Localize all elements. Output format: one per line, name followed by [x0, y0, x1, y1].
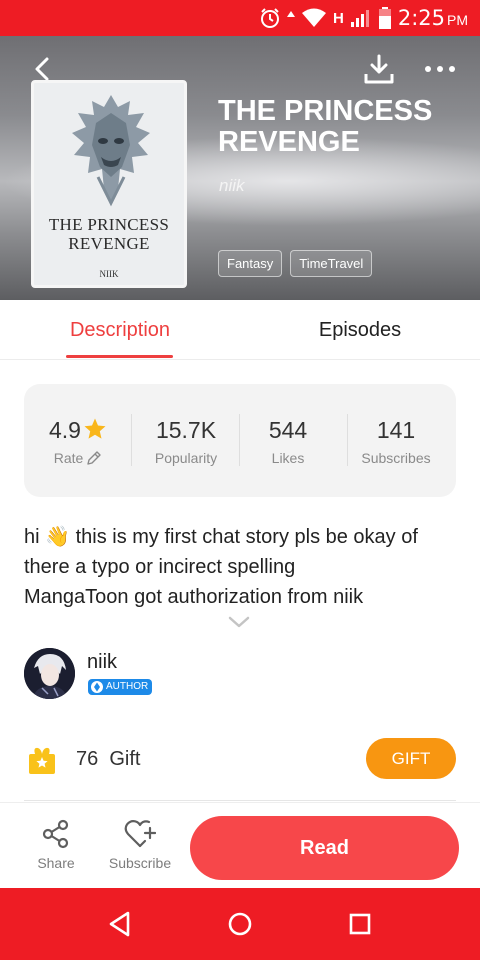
alarm-icon	[260, 8, 279, 28]
book-cover[interactable]: THE PRINCESS REVENGE NIIK	[31, 80, 187, 288]
tab-bar: Description Episodes	[0, 300, 480, 360]
stat-likes: 544 Likes	[234, 384, 342, 497]
stat-likes-value: 544	[268, 417, 308, 443]
gift-count: 76 Gift	[76, 748, 141, 770]
battery-icon	[378, 7, 391, 29]
tag-list: Fantasy TimeTravel	[218, 250, 373, 277]
stat-subscribes-label: Subscribes	[361, 450, 431, 466]
network-type: H	[332, 9, 344, 27]
author-badge-label: AUTHOR	[106, 681, 149, 692]
nav-home-icon[interactable]	[224, 908, 256, 940]
gift-row: 76 Gift GIFT	[24, 736, 456, 784]
read-button[interactable]: Read	[190, 816, 459, 880]
stat-popularity: 15.7K Popularity	[132, 384, 240, 497]
active-tab-indicator	[66, 355, 173, 358]
description-line: there a typo or incirect spelling	[24, 556, 296, 578]
stat-rate-value: 4.9	[24, 417, 132, 444]
tag-fantasy[interactable]: Fantasy	[218, 250, 283, 277]
author-row[interactable]: niik AUTHOR	[24, 648, 456, 700]
share-button[interactable]: Share	[20, 819, 92, 879]
more-icon[interactable]	[422, 54, 458, 84]
stats-card: 4.9 Rate 15.7K Popularity 544 Likes 141 …	[24, 384, 456, 497]
cover-demon-mask-art	[72, 95, 150, 207]
nav-recents-icon[interactable]	[344, 908, 376, 940]
status-bar: H 2:25 PM	[0, 0, 480, 36]
subscribe-heart-icon	[124, 820, 156, 848]
stat-popularity-label: Popularity	[154, 450, 218, 466]
stat-subscribes-value: 141	[376, 417, 416, 443]
download-icon[interactable]	[362, 52, 396, 86]
share-label: Share	[37, 855, 75, 871]
cover-author: NIIK	[99, 269, 119, 279]
pencil-icon	[87, 451, 101, 465]
gift-button[interactable]: GIFT	[366, 738, 456, 779]
tab-description-label: Description	[69, 319, 171, 341]
cover-title: THE PRINCESS REVENGE	[48, 215, 170, 253]
status-time: 2:25 PM	[397, 6, 468, 30]
bottom-action-bar: Share Subscribe Read	[0, 802, 480, 888]
description-text: hi 👋 this is my first chat story pls be …	[24, 522, 464, 612]
stat-popularity-value: 15.7K	[155, 417, 217, 443]
wifi-icon	[301, 8, 326, 27]
chevron-down-icon[interactable]	[227, 614, 251, 630]
tab-episodes[interactable]: Episodes	[300, 300, 420, 360]
stat-subscribes: 141 Subscribes	[342, 384, 450, 497]
author-name: niik	[87, 651, 118, 673]
avatar[interactable]	[24, 648, 75, 699]
description-line: hi 👋 this is my first chat story pls be …	[24, 526, 418, 548]
signal-icon	[350, 10, 369, 27]
description-line: MangaToon got authorization from niik	[24, 586, 364, 608]
star-icon	[84, 418, 106, 439]
book-title: THE PRINCESS REVENGE	[218, 95, 433, 158]
gift-icon	[29, 747, 55, 774]
share-icon	[42, 819, 69, 849]
arrow-up-icon	[286, 11, 295, 17]
avatar-illustration	[24, 648, 75, 699]
book-header: THE PRINCESS REVENGE NIIK THE PRINCESS R…	[0, 36, 480, 300]
status-icons: H 2:25 PM	[259, 0, 468, 36]
system-nav-bar	[0, 888, 480, 960]
author-badge-icon	[91, 681, 103, 693]
stat-rate[interactable]: 4.9 Rate	[24, 384, 132, 497]
nav-back-icon[interactable]	[104, 908, 136, 940]
author-badge: AUTHOR	[88, 679, 153, 695]
stat-likes-label: Likes	[271, 450, 305, 466]
subscribe-label: Subscribe	[108, 855, 172, 871]
subscribe-button[interactable]: Subscribe	[104, 819, 176, 879]
stat-rate-label: Rate	[24, 450, 132, 466]
book-author[interactable]: niik	[219, 176, 245, 196]
tab-description[interactable]: Description	[60, 300, 180, 360]
divider	[24, 800, 456, 801]
tag-timetravel[interactable]: TimeTravel	[290, 250, 373, 277]
